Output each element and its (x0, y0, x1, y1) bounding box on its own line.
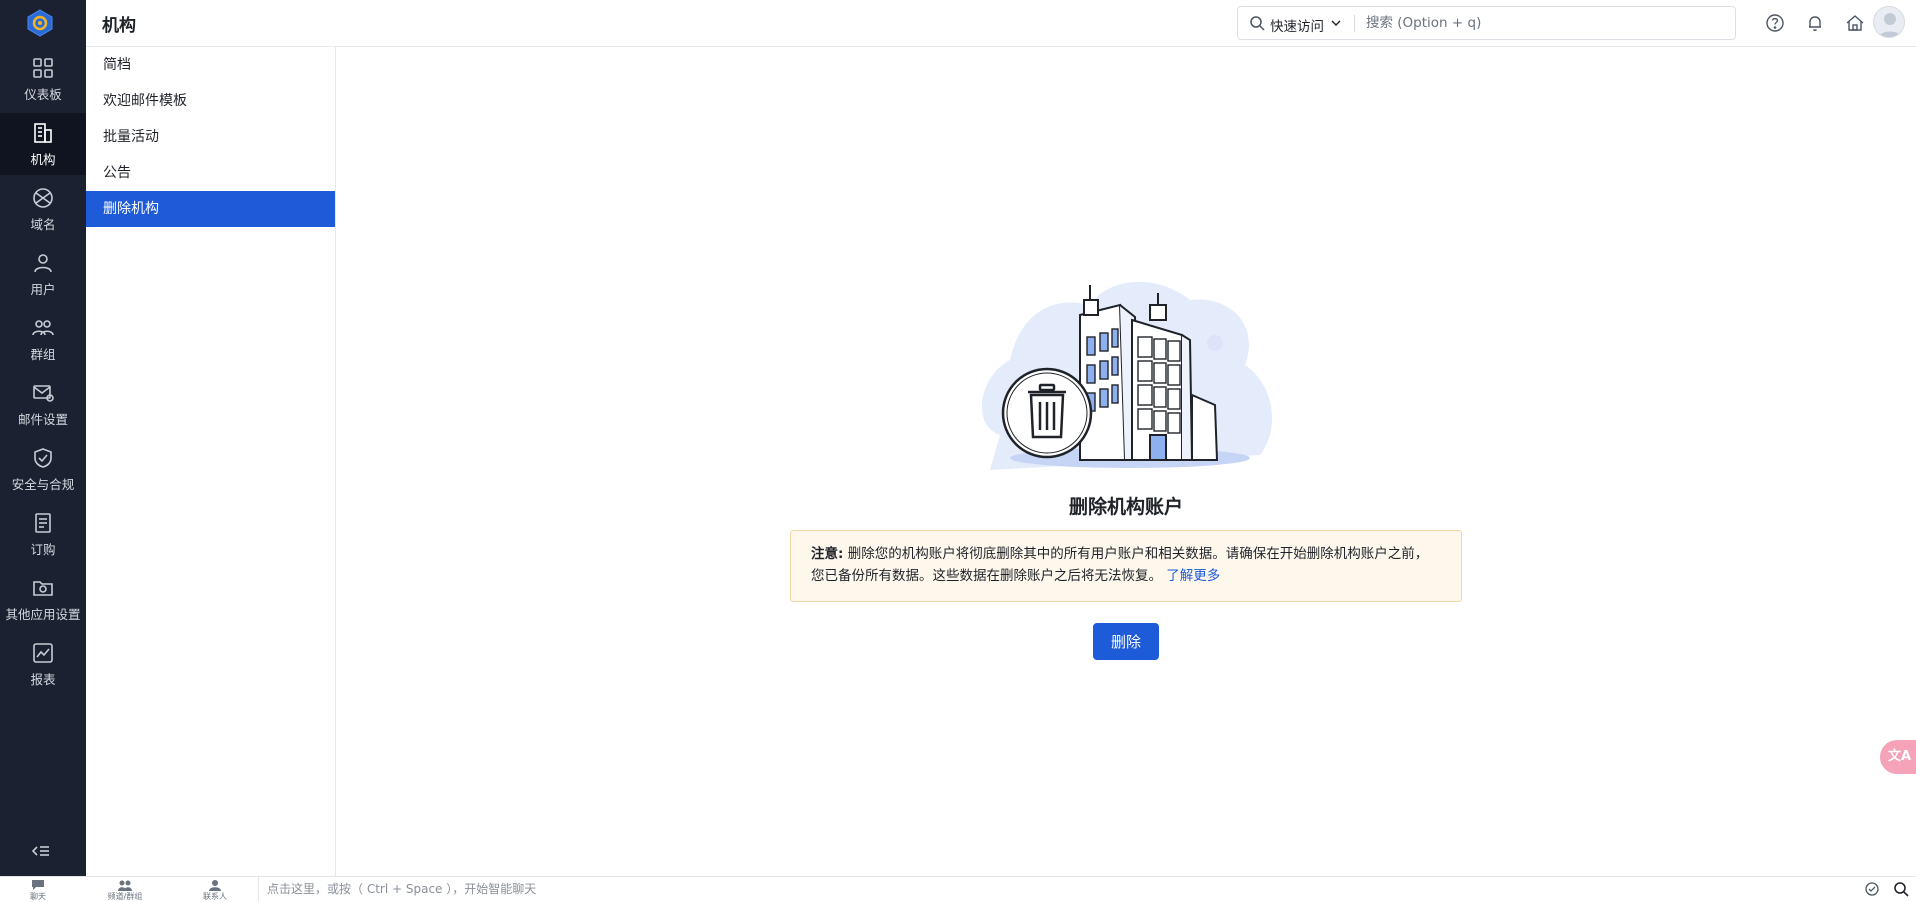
nav-item-label: 域名 (30, 216, 56, 232)
warning-notice: 注意: 删除您的机构账户将彻底删除其中的所有用户账户和相关数据。请确保在开始删除… (790, 530, 1462, 602)
bottom-item-label: 频道/群组 (107, 892, 143, 901)
search-icon (1250, 16, 1265, 31)
nav-item-security[interactable]: 安全与合规 (0, 438, 86, 500)
nav-rail: 仪表板 机构 域名 用户 群组 邮件设置 安全与合规 订购 其他应用设置 报表 (0, 0, 86, 876)
search-input[interactable] (1366, 11, 1726, 35)
bell-icon[interactable] (1804, 12, 1826, 34)
help-icon[interactable] (1764, 12, 1786, 34)
bottom-item-label: 联系人 (203, 892, 227, 901)
nav-item-organization[interactable]: 机构 (0, 113, 86, 175)
organization-submenu: 简档 欢迎邮件模板 批量活动 公告 删除机构 (86, 47, 336, 876)
shield-check-icon (34, 447, 52, 468)
nav-item-label: 群组 (30, 346, 56, 362)
submenu-item-bulk-activities[interactable]: 批量活动 (86, 119, 335, 155)
bottom-contacts-button[interactable]: 联系人 (195, 879, 235, 901)
nav-item-users[interactable]: 用户 (0, 243, 86, 305)
nav-item-label: 邮件设置 (17, 411, 68, 427)
nav-item-subscription[interactable]: 订购 (0, 503, 86, 565)
chat-icon (32, 880, 44, 890)
nav-item-label: 仪表板 (24, 86, 62, 102)
translate-float-button[interactable]: 文A (1880, 740, 1916, 774)
submenu-item-welcome-email-template[interactable]: 欢迎邮件模板 (86, 83, 335, 119)
top-header: 机构 快速访问 (86, 0, 1916, 47)
bottom-chat-button[interactable]: 聊天 (18, 879, 58, 901)
collapse-sidebar-icon[interactable] (30, 840, 52, 862)
nav-item-label: 其他应用设置 (5, 606, 81, 622)
nav-item-mail-settings[interactable]: 邮件设置 (0, 373, 86, 435)
chevron-down-icon[interactable] (1331, 18, 1341, 28)
nav-item-app-settings[interactable]: 其他应用设置 (0, 568, 86, 630)
bottom-channels-button[interactable]: 频道/群组 (105, 879, 145, 901)
divider (1354, 15, 1355, 32)
nav-item-groups[interactable]: 群组 (0, 308, 86, 370)
dashboard-icon (33, 57, 53, 78)
bottom-item-label: 聊天 (30, 892, 46, 901)
submenu-item-profile[interactable]: 简档 (86, 47, 335, 83)
user-icon (34, 253, 52, 272)
delete-organization-illustration (981, 281, 1272, 470)
globe-icon (33, 187, 53, 208)
app-logo-icon[interactable] (25, 8, 55, 38)
smart-chat-input[interactable]: 点击这里，或按（ Ctrl + Space ），开始智能聊天 (258, 877, 1858, 901)
nav-item-label: 机构 (30, 151, 56, 167)
search-box[interactable]: 快速访问 (1237, 6, 1736, 40)
nav-item-domains[interactable]: 域名 (0, 178, 86, 240)
delete-button[interactable]: 删除 (1093, 623, 1159, 660)
delete-account-title: 删除机构账户 (1068, 496, 1183, 518)
subscription-icon (35, 512, 51, 533)
nav-item-label: 安全与合规 (11, 476, 75, 492)
nav-item-dashboard[interactable]: 仪表板 (0, 48, 86, 110)
nav-item-reports[interactable]: 报表 (0, 633, 86, 695)
nav-item-label: 用户 (30, 281, 56, 297)
quick-access-dropdown[interactable]: 快速访问 (1270, 15, 1324, 35)
channels-icon (118, 880, 132, 891)
mail-settings-icon (33, 384, 54, 402)
group-icon (32, 319, 54, 335)
bottom-search-icon[interactable] (1893, 881, 1909, 897)
avatar[interactable] (1873, 6, 1905, 38)
learn-more-link[interactable]: 了解更多 (1166, 568, 1220, 584)
contacts-icon (209, 880, 221, 891)
submenu-item-delete-organization[interactable]: 删除机构 (86, 191, 335, 227)
bottom-bar: 聊天 频道/群组 联系人 点击这里，或按（ Ctrl + Space ），开始智… (0, 876, 1916, 901)
submenu-item-announcements[interactable]: 公告 (86, 155, 335, 191)
nav-item-label: 报表 (30, 671, 56, 687)
notice-text: 删除您的机构账户将彻底删除其中的所有用户账户和相关数据。请确保在开始删除机构账户… (811, 546, 1429, 584)
user-avatar-icon (1878, 13, 1902, 37)
app-settings-icon (33, 580, 53, 596)
nav-item-label: 订购 (30, 541, 56, 557)
page-title: 机构 (102, 16, 136, 36)
building-icon (34, 122, 52, 143)
chart-icon (33, 642, 53, 663)
assistant-icon[interactable] (1864, 881, 1880, 897)
home-icon[interactable] (1844, 12, 1866, 34)
notice-prefix: 注意: (811, 546, 844, 562)
